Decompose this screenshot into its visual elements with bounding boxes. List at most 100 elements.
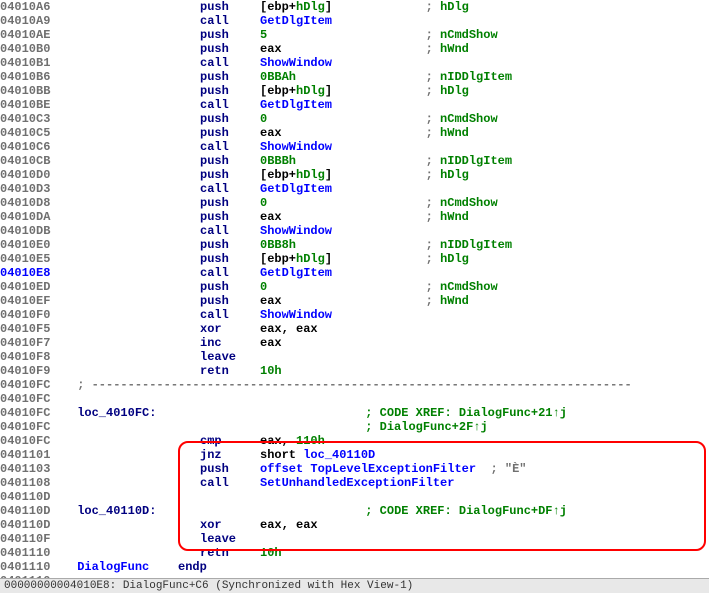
disasm-line[interactable]: 04010D3 callGetDlgItem [0, 182, 709, 196]
operand[interactable]: 0 [260, 112, 267, 126]
disasm-line[interactable]: 040110D xoreax, eax [0, 518, 709, 532]
address[interactable]: 04010F5 [0, 322, 70, 336]
disasm-line[interactable]: 04010A6 push[ebp+hDlg] ; hDlg [0, 0, 709, 14]
mnemonic[interactable]: push [200, 462, 260, 476]
address[interactable]: 04010DA [0, 210, 70, 224]
disasm-line[interactable]: 04010F0 callShowWindow [0, 308, 709, 322]
operand[interactable]: ] [325, 0, 332, 14]
operand[interactable]: hDlg [296, 84, 325, 98]
address[interactable]: 04010C6 [0, 140, 70, 154]
disasm-line[interactable]: 04010F7 inceax [0, 336, 709, 350]
disasm-line[interactable]: 04010DA pusheax ; hWnd [0, 210, 709, 224]
operand[interactable]: eax [260, 294, 282, 308]
address[interactable]: 04010E5 [0, 252, 70, 266]
operand[interactable]: hDlg [296, 0, 325, 14]
operand[interactable]: ] [325, 168, 332, 182]
operand[interactable]: 0BBBh [260, 154, 296, 168]
disasm-line[interactable]: 0401108 callSetUnhandledExceptionFilter [0, 476, 709, 490]
operand[interactable]: ShowWindow [260, 56, 332, 70]
operand[interactable]: eax, eax [260, 322, 318, 336]
disasm-line[interactable]: 04010FC cmpeax, 110h [0, 434, 709, 448]
disassembly-view[interactable]: 04010A6 push[ebp+hDlg] ; hDlg04010A9 cal… [0, 0, 709, 588]
disasm-line[interactable]: 04010D8 push0 ; nCmdShow [0, 196, 709, 210]
xref-comment[interactable]: ; CODE XREF: DialogFunc+21↑j [365, 406, 567, 420]
operand[interactable]: GetDlgItem [260, 266, 332, 280]
disasm-line[interactable]: 04010E0 push0BB8h ; nIDDlgItem [0, 238, 709, 252]
operand[interactable]: eax, [260, 434, 296, 448]
address[interactable]: 04010D3 [0, 182, 70, 196]
operand[interactable]: ShowWindow [260, 224, 332, 238]
address[interactable]: 04010E8 [0, 266, 70, 280]
operand[interactable]: eax [260, 42, 282, 56]
disasm-line[interactable]: 04010A9 callGetDlgItem [0, 14, 709, 28]
disasm-line[interactable]: 04010FC [0, 392, 709, 406]
address[interactable]: 04010BE [0, 98, 70, 112]
operand[interactable]: [ebp+ [260, 0, 296, 14]
address[interactable]: 04010AE [0, 28, 70, 42]
operand[interactable]: ShowWindow [260, 308, 332, 322]
disasm-line[interactable]: 040110D [0, 490, 709, 504]
address[interactable]: 04010E0 [0, 238, 70, 252]
operand[interactable]: ] [325, 84, 332, 98]
mnemonic[interactable]: leave [200, 532, 260, 546]
operand[interactable]: short [260, 448, 303, 462]
address[interactable]: 04010FC [0, 406, 70, 420]
operand[interactable]: [ebp+ [260, 168, 296, 182]
address[interactable]: 04010FC [0, 378, 70, 392]
address[interactable]: 0401108 [0, 476, 70, 490]
disasm-line[interactable]: 04010CB push0BBBh ; nIDDlgItem [0, 154, 709, 168]
address[interactable]: 04010B0 [0, 42, 70, 56]
xref-comment[interactable]: ; DialogFunc+2F↑j [365, 420, 487, 434]
operand[interactable]: 110h [296, 434, 325, 448]
operand[interactable]: hDlg [296, 168, 325, 182]
proc-name[interactable]: DialogFunc [77, 560, 149, 574]
mnemonic[interactable]: call [200, 14, 260, 28]
mnemonic[interactable]: push [200, 294, 260, 308]
address[interactable]: 04010BB [0, 84, 70, 98]
disasm-line[interactable]: 04010F9 retn10h [0, 364, 709, 378]
disasm-line[interactable]: 040110F leave [0, 532, 709, 546]
address[interactable]: 04010FC [0, 434, 70, 448]
operand[interactable]: TopLevelExceptionFilter [310, 462, 476, 476]
mnemonic[interactable]: push [200, 0, 260, 14]
disasm-line[interactable]: 04010ED push0 ; nCmdShow [0, 280, 709, 294]
disasm-line[interactable]: 04010FC ; DialogFunc+2F↑j [0, 420, 709, 434]
mnemonic[interactable]: push [200, 196, 260, 210]
operand[interactable]: ShowWindow [260, 140, 332, 154]
address[interactable]: 04010B1 [0, 56, 70, 70]
address[interactable]: 04010A9 [0, 14, 70, 28]
mnemonic[interactable]: leave [200, 350, 260, 364]
disasm-line[interactable]: 04010F8 leave [0, 350, 709, 364]
mnemonic[interactable]: push [200, 84, 260, 98]
address[interactable]: 04010F7 [0, 336, 70, 350]
operand[interactable]: GetDlgItem [260, 182, 332, 196]
operand[interactable]: offset [260, 462, 310, 476]
address[interactable]: 0401103 [0, 462, 70, 476]
mnemonic[interactable]: push [200, 126, 260, 140]
mnemonic[interactable]: call [200, 56, 260, 70]
mnemonic[interactable]: push [200, 42, 260, 56]
mnemonic[interactable]: inc [200, 336, 260, 350]
disasm-line[interactable]: 040110D loc_40110D: ; CODE XREF: DialogF… [0, 504, 709, 518]
xref-comment[interactable]: ; CODE XREF: DialogFunc+DF↑j [365, 504, 567, 518]
mnemonic[interactable]: call [200, 308, 260, 322]
address[interactable]: 0401110 [0, 560, 70, 574]
operand[interactable]: ] [325, 252, 332, 266]
operand[interactable]: 0BB8h [260, 238, 296, 252]
operand[interactable]: [ebp+ [260, 84, 296, 98]
operand[interactable]: 5 [260, 28, 267, 42]
address[interactable]: 04010ED [0, 280, 70, 294]
disasm-line[interactable]: 04010AE push5 ; nCmdShow [0, 28, 709, 42]
address[interactable]: 04010D8 [0, 196, 70, 210]
disasm-line[interactable]: 04010FC ; ------------------------------… [0, 378, 709, 392]
operand[interactable]: loc_40110D [303, 448, 375, 462]
code-label[interactable]: loc_4010FC: [77, 406, 156, 420]
disasm-line[interactable]: 04010C3 push0 ; nCmdShow [0, 112, 709, 126]
address[interactable]: 04010CB [0, 154, 70, 168]
disasm-line[interactable]: 04010D0 push[ebp+hDlg] ; hDlg [0, 168, 709, 182]
address[interactable]: 04010B6 [0, 70, 70, 84]
address[interactable]: 04010A6 [0, 0, 70, 14]
address[interactable]: 04010FC [0, 392, 70, 406]
disasm-line[interactable]: 04010C5 pusheax ; hWnd [0, 126, 709, 140]
disasm-line[interactable]: 04010E5 push[ebp+hDlg] ; hDlg [0, 252, 709, 266]
